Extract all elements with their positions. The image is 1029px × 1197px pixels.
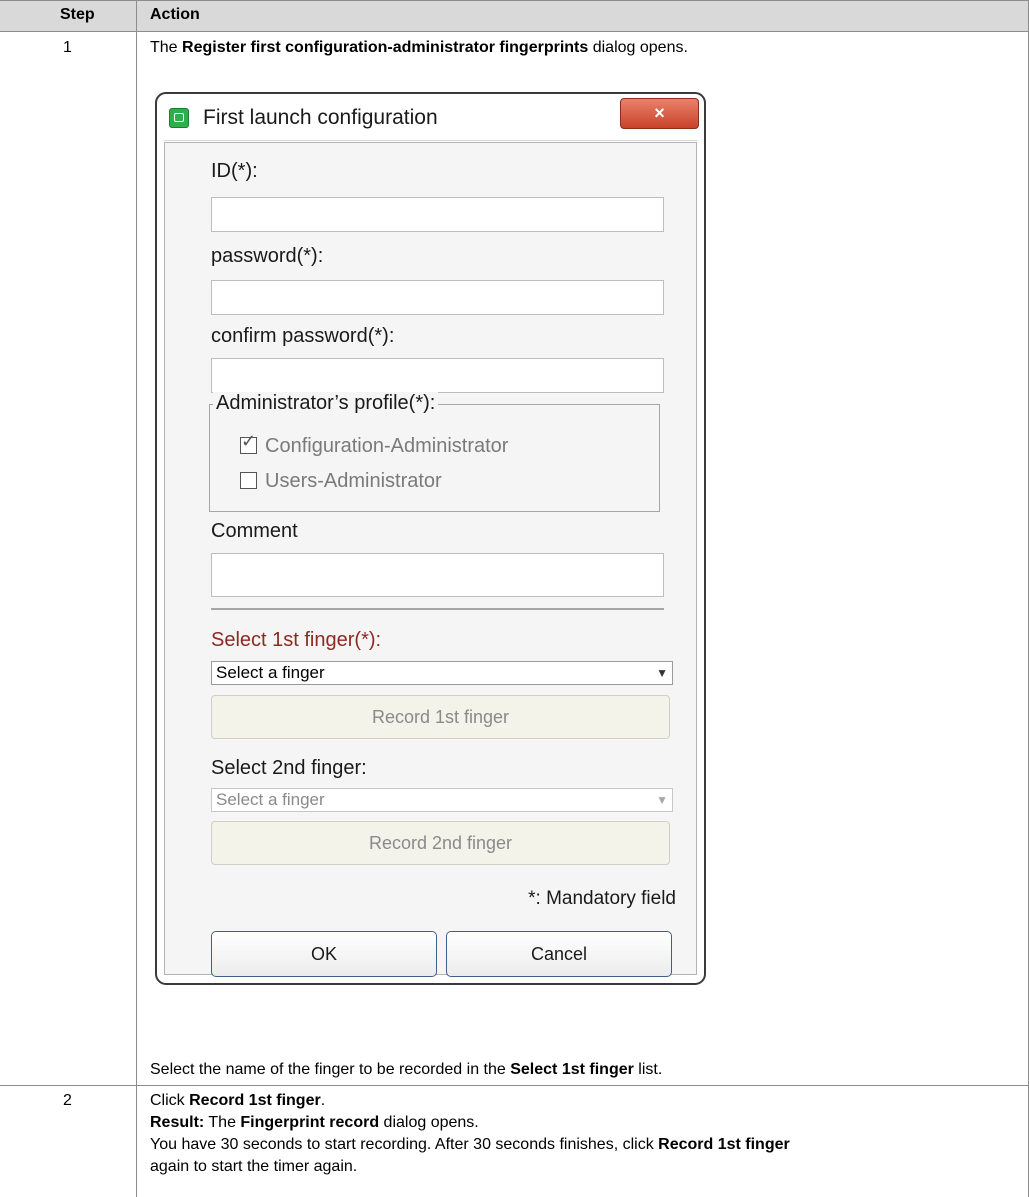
finger2-selected-value: Select a finger [216, 790, 325, 809]
row2-line2-mid: The [204, 1114, 241, 1131]
finger1-label: Select 1st finger(*): [211, 629, 382, 651]
admin-profile-group [209, 404, 660, 512]
row1-outro-text: Select the name of the finger to be reco… [150, 1061, 662, 1079]
row2-line1-post: . [320, 1092, 326, 1109]
users-admin-label: Users-Administrator [265, 470, 442, 492]
dropdown-arrow-icon: ▼ [656, 666, 668, 680]
finger1-select[interactable]: Select a finger ▼ [211, 661, 673, 685]
row2-line3-pre: You have 30 seconds to start recording. … [150, 1136, 659, 1153]
row2-result-label: Result: [150, 1114, 205, 1131]
row-divider [0, 1085, 1029, 1086]
close-button[interactable]: × [620, 98, 699, 129]
header-step: Step [60, 6, 95, 23]
column-divider [136, 0, 137, 1197]
row1-intro-dialog-name: Register first configuration-administrat… [182, 39, 589, 56]
row2-line2-post: dialog opens. [379, 1114, 479, 1131]
first-launch-dialog: First launch configuration × ID(*): pass… [155, 92, 706, 985]
password-input[interactable] [211, 280, 664, 315]
row1-outro-post: list. [633, 1061, 663, 1078]
checkmark-icon: ✓ [241, 431, 257, 451]
record-1st-finger-button[interactable]: Record 1st finger [211, 695, 670, 739]
row2-line1-pre: Click [150, 1092, 190, 1109]
row1-outro-pre: Select the name of the finger to be reco… [150, 1061, 511, 1078]
row2-line3: You have 30 seconds to start recording. … [150, 1136, 790, 1154]
finger1-selected-value: Select a finger [216, 663, 325, 682]
title-separator [164, 140, 697, 141]
finger2-label: Select 2nd finger: [211, 757, 367, 779]
confirm-password-label: confirm password(*): [211, 325, 395, 347]
row1-step-number: 1 [63, 39, 72, 56]
row2-line3-button-name: Record 1st finger [658, 1136, 790, 1153]
config-admin-option[interactable]: ✓ Configuration-Administrator [240, 432, 509, 458]
confirm-password-input[interactable] [211, 358, 664, 393]
row2-dialog-name: Fingerprint record [240, 1114, 380, 1131]
app-icon [169, 108, 189, 128]
dialog-body: ID(*): password(*): confirm password(*):… [164, 142, 697, 977]
users-admin-checkbox[interactable] [240, 472, 257, 489]
comment-label: Comment [211, 520, 298, 542]
row1-intro-post: dialog opens. [588, 39, 688, 56]
ok-button[interactable]: OK [211, 931, 437, 977]
row2-line1: Click Record 1st finger. [150, 1092, 325, 1110]
comment-input[interactable] [211, 553, 664, 597]
mandatory-note: *: Mandatory field [528, 888, 676, 909]
cancel-button[interactable]: Cancel [446, 931, 672, 977]
users-admin-option[interactable]: Users-Administrator [240, 470, 442, 493]
dialog-title: First launch configuration [203, 106, 438, 129]
id-label: ID(*): [211, 160, 258, 182]
id-input[interactable] [211, 197, 664, 232]
row1-intro-text: The Register first configuration-adminis… [150, 39, 688, 57]
row1-intro-pre: The [150, 39, 183, 56]
row2-line1-button-name: Record 1st finger [189, 1092, 321, 1109]
section-separator [211, 608, 664, 610]
row2-line4: again to start the timer again. [150, 1158, 358, 1175]
row2-line2: Result: The Fingerprint record dialog op… [150, 1114, 479, 1132]
admin-profile-legend: Administrator’s profile(*): [213, 392, 439, 415]
record-2nd-finger-button[interactable]: Record 2nd finger [211, 821, 670, 865]
row1-outro-list-name: Select 1st finger [510, 1061, 634, 1078]
config-admin-checkbox[interactable]: ✓ [240, 432, 257, 454]
finger2-select[interactable]: Select a finger ▼ [211, 788, 673, 812]
password-label: password(*): [211, 245, 324, 267]
row2-step-number: 2 [63, 1092, 72, 1109]
dropdown-arrow-icon: ▼ [656, 793, 668, 807]
config-admin-label: Configuration-Administrator [265, 435, 509, 457]
header-action: Action [150, 6, 200, 23]
